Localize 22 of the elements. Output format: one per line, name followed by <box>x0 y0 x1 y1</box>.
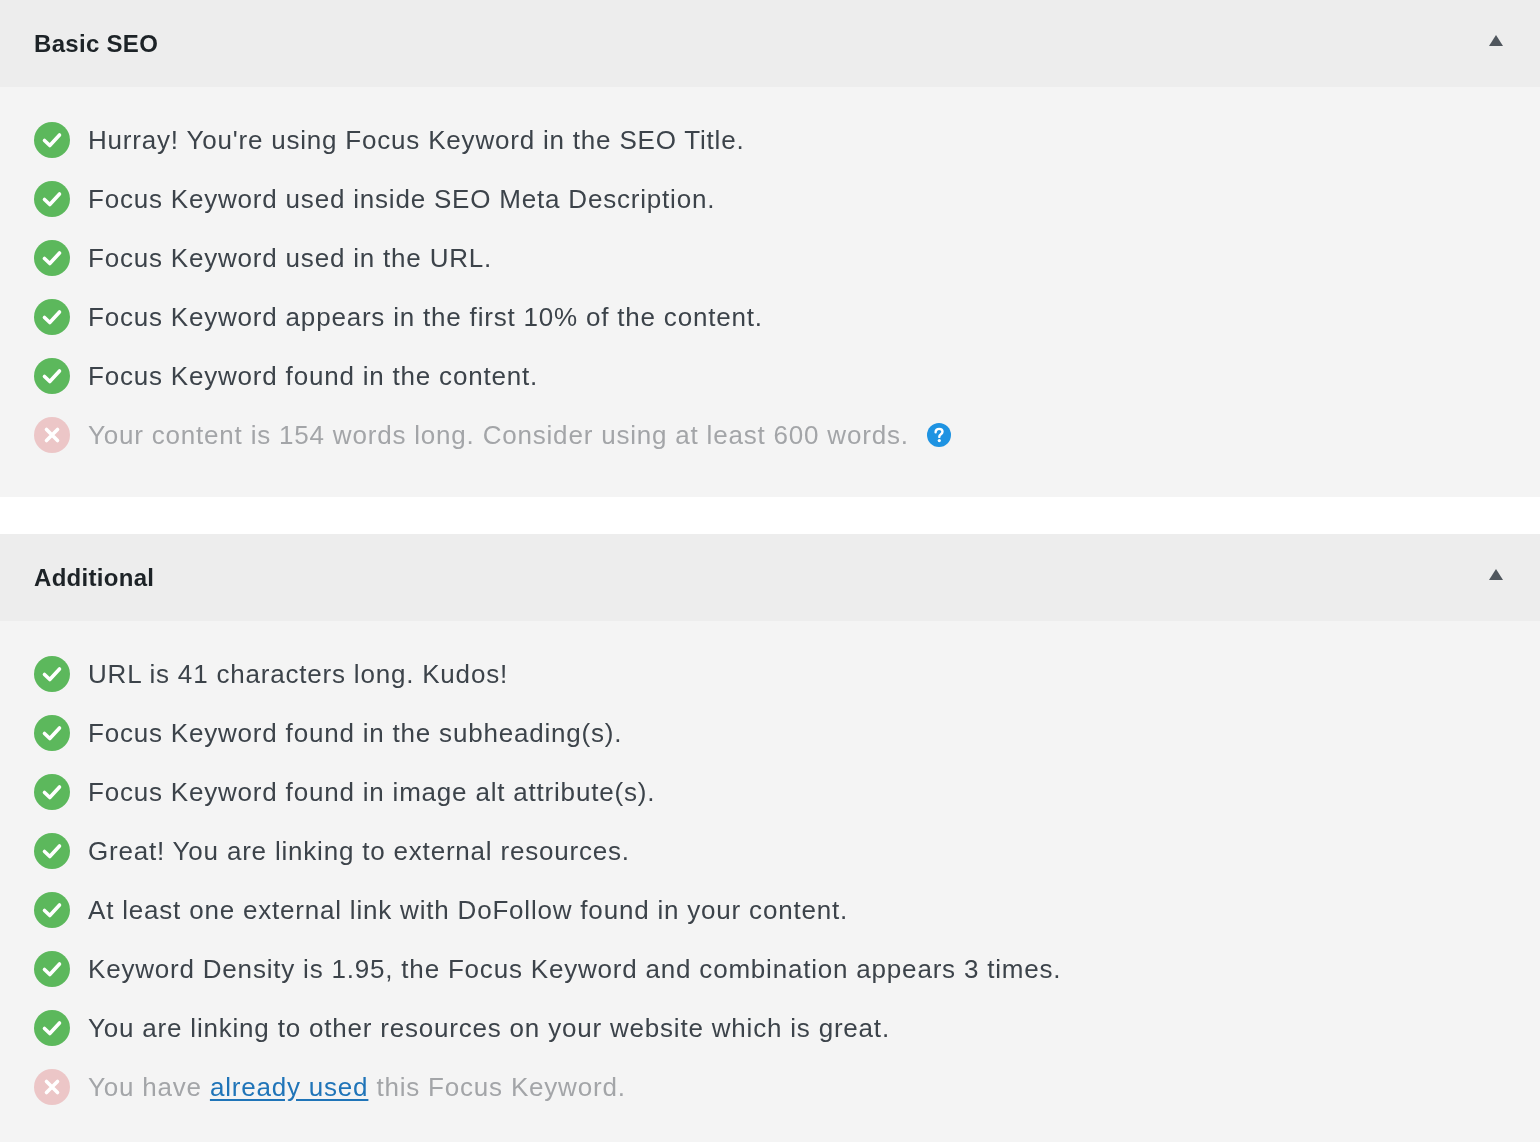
collapse-triangle-icon[interactable] <box>1489 569 1503 580</box>
check-text: You have already used this Focus Keyword. <box>88 1070 626 1104</box>
section-title: Additional <box>34 562 155 593</box>
section-title: Basic SEO <box>34 28 159 59</box>
check-text: You are linking to other resources on your website which is great. <box>88 1011 890 1045</box>
check-text: Focus Keyword used inside SEO Meta Description. <box>88 182 716 216</box>
section-header[interactable]: Basic SEO <box>0 0 1540 87</box>
link[interactable]: already used <box>209 1071 369 1102</box>
check-text: Focus Keyword found in the content. <box>88 359 539 393</box>
help-icon[interactable] <box>926 422 951 447</box>
check-text: Focus Keyword appears in the first 10% of the content. <box>88 300 763 334</box>
section-header[interactable]: Additional <box>0 534 1540 621</box>
check-text: Keyword Density is 1.95, the Focus Keyword and combination appears 3 times. <box>88 952 1062 986</box>
check-text: Focus Keyword found in image alt attribute(s). <box>88 775 656 809</box>
check-text: Great! You are linking to external resources. <box>88 834 630 868</box>
check-text: Hurray! You're using Focus Keyword in the SEO Title. <box>88 123 745 157</box>
check-text: Focus Keyword found in the subheading(s). <box>88 716 623 750</box>
check-text: URL is 41 characters long. Kudos! <box>88 657 508 691</box>
check-text: Your content is 154 words long. Consider using at least 600 words. <box>88 418 909 452</box>
check-text: Focus Keyword used in the URL. <box>88 241 493 275</box>
collapse-triangle-icon[interactable] <box>1489 35 1503 46</box>
check-text: At least one external link with DoFollow found in your content. <box>88 893 848 927</box>
